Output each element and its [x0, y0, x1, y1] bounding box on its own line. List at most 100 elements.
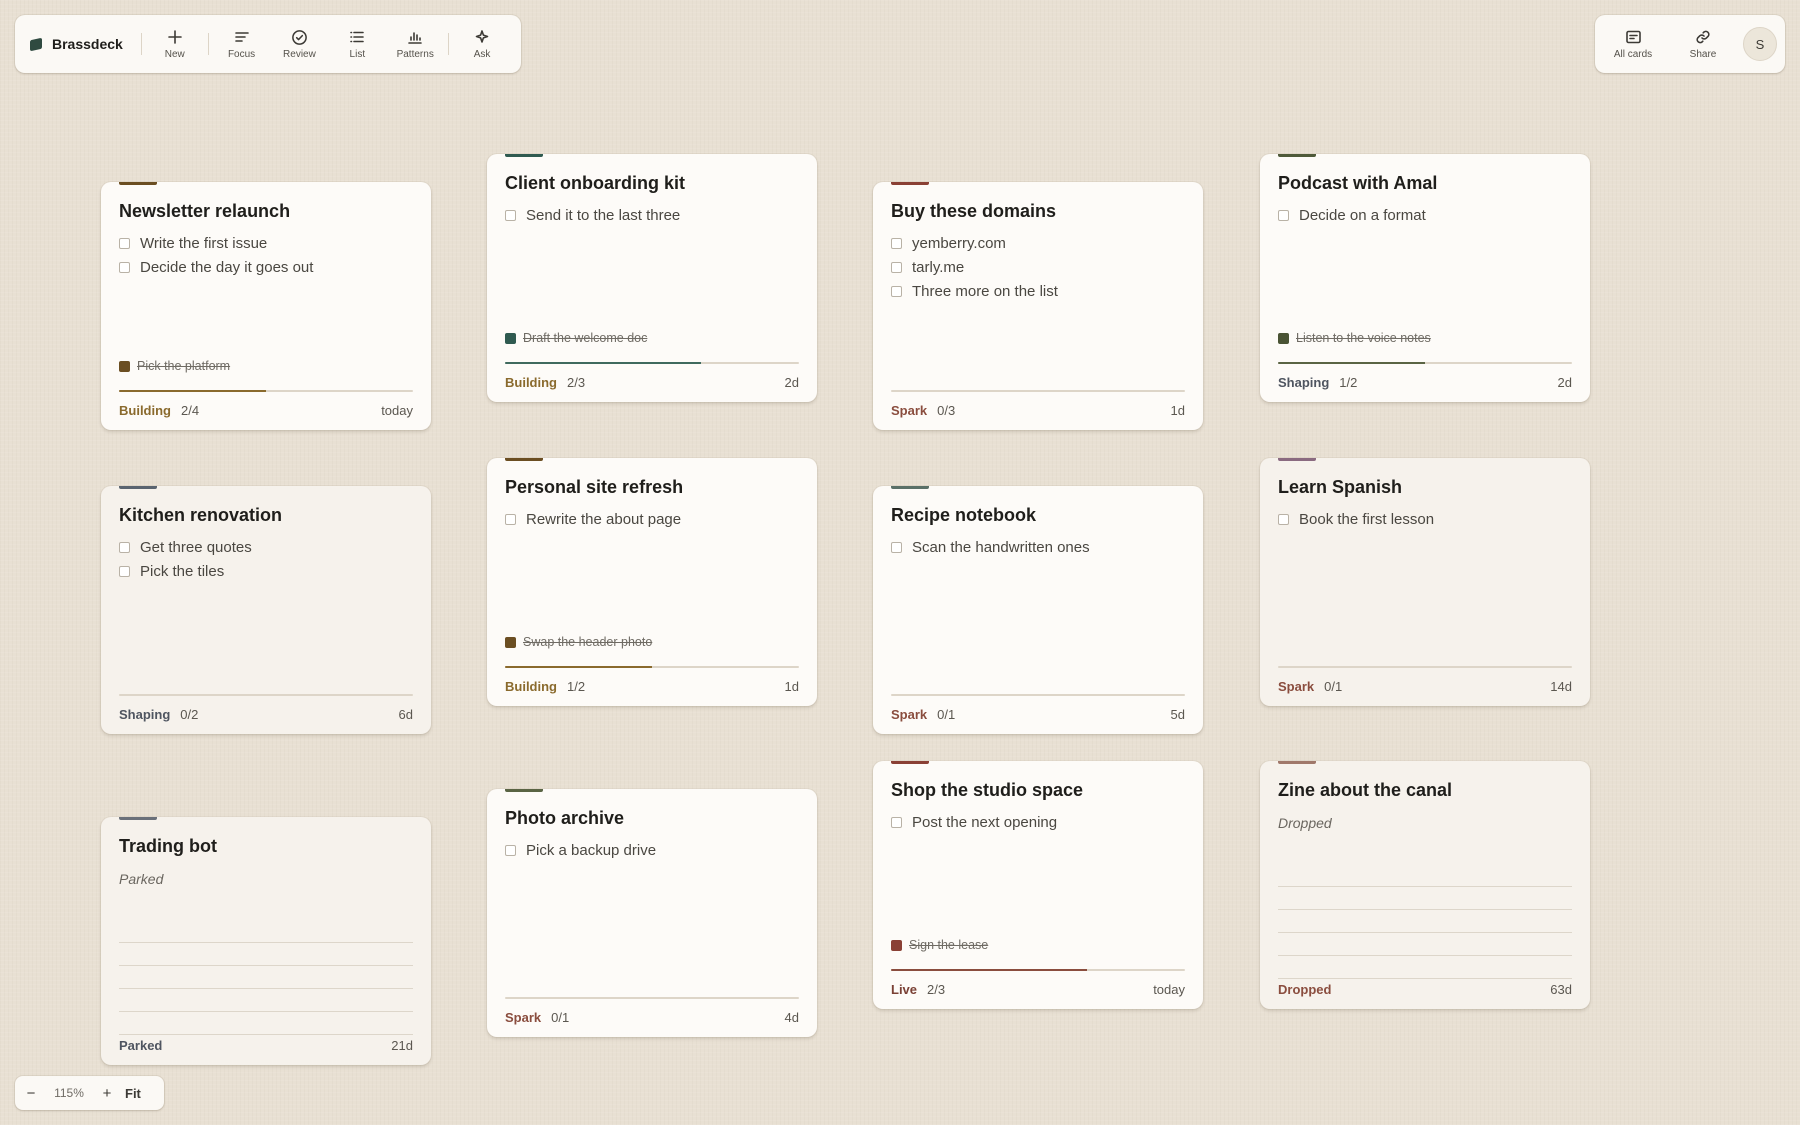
task-text: Scan the handwritten ones: [912, 538, 1090, 556]
task-count: 2/3: [567, 375, 586, 390]
project-card[interactable]: Learn Spanish Book the first lesson Spar…: [1260, 458, 1590, 706]
card-accent: [1278, 761, 1316, 764]
completed-task-text: Swap the header photo: [523, 635, 653, 649]
task-checkbox[interactable]: [119, 261, 130, 273]
completed-checkbox[interactable]: [119, 360, 130, 372]
card-footer: Spark 0/3 1d: [891, 403, 1185, 418]
project-card[interactable]: Trading bot Parked Parked 21d: [101, 817, 431, 1065]
project-card[interactable]: Podcast with Amal Decide on a format Lis…: [1260, 154, 1590, 402]
progress-bar: [505, 666, 799, 668]
list-button[interactable]: List: [328, 20, 386, 68]
task-checkbox[interactable]: [891, 261, 902, 273]
project-card[interactable]: Client onboarding kit Send it to the las…: [487, 154, 817, 402]
task-text: Send it to the last three: [526, 206, 681, 224]
zoom-controls: − 115% + Fit: [15, 1076, 164, 1110]
project-card[interactable]: Personal site refresh Rewrite the about …: [487, 458, 817, 706]
bar-chart-icon: [406, 28, 424, 46]
toolbar-divider: [448, 33, 450, 55]
zoom-in-button[interactable]: +: [91, 1085, 123, 1102]
task-checkbox[interactable]: [1278, 513, 1289, 525]
card-footer: Shaping 0/2 6d: [119, 707, 413, 722]
card-accent: [891, 182, 929, 185]
task-checkbox[interactable]: [891, 816, 902, 828]
card-age: 4d: [784, 1010, 799, 1025]
progress-fill: [505, 362, 701, 364]
task-text: Post the next opening: [912, 813, 1058, 831]
focus-lines-icon: [233, 28, 251, 46]
card-title: Kitchen renovation: [119, 505, 283, 525]
project-card[interactable]: Newsletter relaunch Write the first issu…: [101, 182, 431, 430]
task-checkbox[interactable]: [119, 237, 130, 249]
project-card[interactable]: Buy these domains yemberry.com tarly.me …: [873, 182, 1203, 430]
zoom-out-button[interactable]: −: [15, 1085, 47, 1102]
task-checkbox[interactable]: [505, 209, 516, 221]
card-footer: Dropped 63d: [1278, 982, 1572, 997]
card-state-note: Parked: [119, 871, 164, 887]
completed-checkbox[interactable]: [1278, 332, 1289, 344]
task-checkbox[interactable]: [1278, 209, 1289, 221]
plus-icon: [166, 28, 184, 46]
project-card[interactable]: Zine about the canal Dropped Dropped 63d: [1260, 761, 1590, 1009]
card-footer: Parked 21d: [119, 1038, 413, 1053]
task-checkbox[interactable]: [119, 565, 130, 577]
task-item: Get three quotes: [119, 535, 413, 559]
task-checkbox[interactable]: [505, 844, 516, 856]
project-card[interactable]: Shop the studio space Post the next open…: [873, 761, 1203, 1009]
progress-fill: [891, 969, 1087, 971]
card-footer: Building 1/2 1d: [505, 679, 799, 694]
ask-label: Ask: [473, 49, 491, 60]
progress-fill: [119, 390, 266, 392]
card-title: Shop the studio space: [891, 780, 1084, 800]
fit-button[interactable]: Fit: [125, 1086, 141, 1101]
list-label: List: [349, 49, 366, 60]
project-card[interactable]: Recipe notebook Scan the handwritten one…: [873, 486, 1203, 734]
status-label: Spark: [505, 1010, 542, 1025]
project-card[interactable]: Photo archive Pick a backup drive Spark …: [487, 789, 817, 1037]
card-accent: [505, 458, 543, 461]
brassdeck-logo-icon: [29, 37, 43, 51]
card-age: 2d: [1557, 375, 1572, 390]
patterns-label: Patterns: [396, 49, 434, 60]
status-label: Live: [891, 982, 918, 997]
progress-bar: [891, 694, 1185, 696]
task-checkbox[interactable]: [891, 285, 902, 297]
task-item: Book the first lesson: [1278, 507, 1572, 531]
status-label: Building: [505, 679, 557, 694]
task-text: Book the first lesson: [1299, 510, 1435, 528]
completed-task-text: Listen to the voice notes: [1296, 331, 1431, 345]
task-text: Pick the tiles: [140, 562, 225, 580]
task-item: tarly.me: [891, 255, 1185, 279]
brand[interactable]: Brassdeck: [29, 36, 137, 52]
task-checkbox[interactable]: [119, 541, 130, 553]
focus-label: Focus: [227, 49, 256, 60]
all-cards-button[interactable]: All cards: [1603, 20, 1663, 68]
task-item: Pick a backup drive: [505, 838, 799, 862]
project-card[interactable]: Kitchen renovation Get three quotes Pick…: [101, 486, 431, 734]
task-count: 1/2: [1339, 375, 1358, 390]
card-age: 1d: [784, 679, 799, 694]
card-age: 14d: [1550, 679, 1572, 694]
task-checkbox[interactable]: [891, 237, 902, 249]
task-item: Three more on the list: [891, 279, 1185, 303]
review-button[interactable]: Review: [271, 20, 329, 68]
completed-checkbox[interactable]: [505, 332, 516, 344]
status-label: Shaping: [1278, 375, 1330, 390]
patterns-button[interactable]: Patterns: [386, 20, 444, 68]
ask-button[interactable]: Ask: [453, 20, 511, 68]
avatar[interactable]: S: [1743, 27, 1777, 61]
progress-bar: [505, 997, 799, 999]
progress-bar: [1278, 362, 1572, 364]
completed-task: Draft the welcome doc: [505, 331, 647, 345]
link-icon: [1694, 28, 1712, 46]
new-button[interactable]: New: [146, 20, 204, 68]
progress-bar: [119, 390, 413, 392]
share-button[interactable]: Share: [1673, 20, 1733, 68]
task-checkbox[interactable]: [505, 513, 516, 525]
zoom-level: 115%: [54, 1086, 84, 1100]
completed-task: Pick the platform: [119, 359, 230, 373]
completed-checkbox[interactable]: [505, 636, 516, 648]
card-title: Newsletter relaunch: [119, 201, 291, 221]
task-checkbox[interactable]: [891, 541, 902, 553]
completed-checkbox[interactable]: [891, 939, 902, 951]
focus-button[interactable]: Focus: [213, 20, 271, 68]
